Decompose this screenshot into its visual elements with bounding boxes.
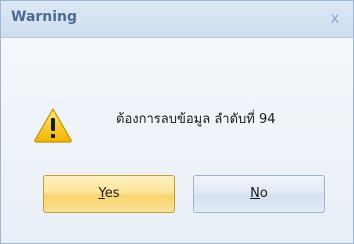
no-button-mnemonic: N [250,186,260,201]
dialog-title: Warning [11,9,78,25]
no-button-label: o [259,186,268,201]
warning-dialog: Warning x ต้องการลบข้อมูล ลำดับที่ 94 Ye… [0,0,354,244]
yes-button[interactable]: Yes [43,175,175,213]
no-button[interactable]: No [193,175,325,213]
dialog-message: ต้องการลบข้อมูล ลำดับที่ 94 [116,112,276,127]
warning-triangle-icon [34,108,72,143]
dialog-titlebar[interactable]: Warning x [1,1,353,38]
yes-button-label: es [104,186,120,201]
close-icon[interactable]: x [325,8,345,28]
